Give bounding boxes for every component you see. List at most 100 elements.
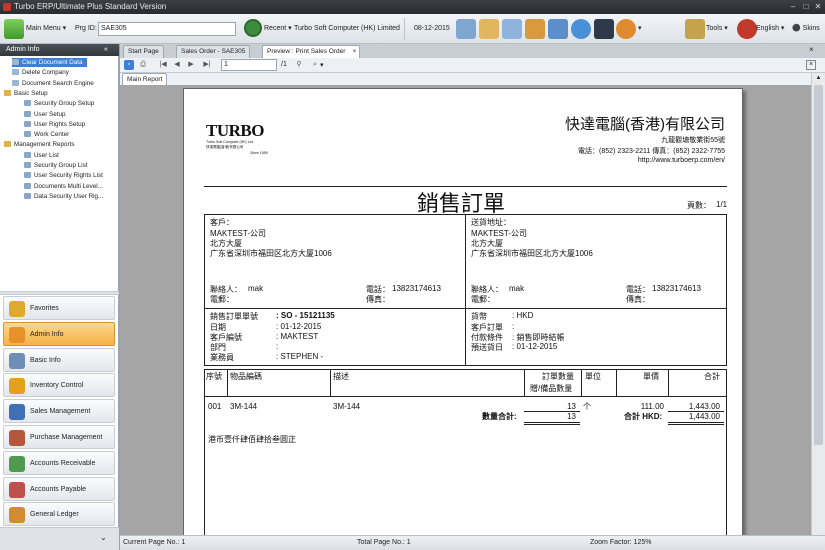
setting-icon [24,110,31,117]
setting-icon [24,151,31,158]
tree-item[interactable]: User Security Rights List [24,171,103,180]
nav-sales-management[interactable]: Sales Management [3,399,115,424]
prev-page-icon[interactable]: ◀ [172,60,182,70]
document-tabs: Start Page Sales Order - SAE305 Preview … [120,44,825,58]
module-icon [9,301,25,317]
nav-accounts-receivable[interactable]: Accounts Receivable [3,450,115,475]
col-divider [330,369,331,397]
report-icon[interactable] [548,19,568,39]
col-seq-header: 序號 [206,372,222,381]
tree-item[interactable]: Basic Setup [4,89,48,98]
currency-value: : HKD [512,311,534,320]
monitor-icon[interactable] [594,19,614,39]
scroll-thumb[interactable] [814,85,823,445]
nav-general-ledger[interactable]: General Ledger [3,502,115,527]
company-name-zh: 快達電腦(香港)有限公司 [565,116,725,133]
skins-button[interactable]: ⚫ Skins [792,24,820,34]
nav-inventory-control[interactable]: Inventory Control [3,373,115,398]
module-icon [9,404,25,421]
delivery-label: 送貨地址： [471,218,511,227]
collapse-icon[interactable]: « [104,44,108,56]
tree-item[interactable]: Document Search Engine [12,79,94,88]
tree-item[interactable]: Clear Document Data [12,58,87,67]
module-icon [9,430,25,446]
tree-item[interactable]: Documents Multi Level... [24,182,103,191]
nav-basic-info[interactable]: Basic Info [3,347,115,372]
print-icon[interactable]: ⎙ [138,60,148,70]
nav-accounts-payable[interactable]: Accounts Payable [3,476,115,501]
folders-icon[interactable] [525,19,545,39]
setting-icon [24,192,31,199]
grand-total-value: 1,443.00 [688,412,720,421]
tools-icon[interactable] [685,19,705,39]
minimize-button[interactable]: – [788,2,798,12]
close-tab-icon[interactable]: × [353,46,357,58]
tab-start-page[interactable]: Start Page [123,45,164,58]
scroll-up-icon[interactable]: ▲ [814,75,823,83]
home-icon[interactable] [479,19,499,39]
nav-label: Admin Info [30,330,64,338]
email-label: 電郵： [210,295,234,304]
tab-print-preview-label: Preview : Print Sales Order [267,48,346,55]
page-input[interactable]: 1 [221,59,277,71]
status-bar: Current Page No.: 1 Total Page No.: 1 Zo… [120,535,825,550]
close-button[interactable]: ✕ [813,2,823,12]
table-right-border [726,397,727,549]
tree-item-label: Delete Company [22,69,69,77]
prg-id-label: Prg ID: [75,25,97,32]
delivery-date-value: : 01-12-2015 [512,342,558,351]
row-unit: 个 [583,402,591,411]
export-icon[interactable]: ▫ [124,60,134,70]
language-button[interactable]: English ▾ [756,24,784,34]
tab-print-preview[interactable]: Preview : Print Sales Order × [262,45,361,58]
next-page-icon[interactable]: ▶ [186,60,196,70]
maximize-button[interactable]: □ [801,2,811,12]
nav-purchase-management[interactable]: Purchase Management [3,425,115,449]
turbo-logo: TURBO [206,121,264,140]
browser-icon[interactable] [571,19,591,39]
zoom-icon[interactable]: ⌕ [310,60,320,70]
tree-item[interactable]: Security Group List [24,161,88,170]
nav-admin-info[interactable]: Admin Info [3,321,115,346]
list-icon[interactable] [502,19,522,39]
vertical-scrollbar[interactable]: ▲ [811,73,825,535]
tab-sales-order[interactable]: Sales Order - SAE305 [176,45,251,58]
tools-button[interactable]: Tools ▾ [706,24,728,34]
delivery-fax-label: 傳真： [626,295,650,304]
main-menu-button[interactable]: Main Menu ▾ [26,24,66,34]
main-menu-icon[interactable] [4,19,24,39]
recent-button[interactable]: Recent ▾ [264,24,292,34]
tree-item[interactable]: User Rights Setup [24,120,85,129]
cust-code-value: : MAKTEST [276,332,319,341]
close-viewer-icon[interactable]: × [806,60,816,70]
tree-item[interactable]: User List [24,151,59,160]
tree-item-label: Documents Multi Level... [34,182,103,190]
qty-total-rule-3 [524,424,580,425]
uk-flag-icon[interactable] [737,19,757,39]
tree-item[interactable]: Management Reports [4,140,75,149]
col-total-header: 合計 [704,372,720,381]
prg-id-input[interactable]: SAE305 [98,22,236,36]
find-icon[interactable]: ⚲ [294,60,304,70]
first-page-icon[interactable]: |◀ [158,60,168,70]
cust-po-value: : [512,322,515,331]
tree-item[interactable]: Work Center [24,130,69,139]
close-all-tabs-icon[interactable]: × [809,45,814,54]
so-value: : SO - 15121135 [276,311,335,320]
tree-item[interactable]: Data Security User Rig... [24,192,103,201]
setting-icon [24,182,31,189]
alarm-dropdown-icon[interactable]: ▾ [638,24,642,34]
zoom-dropdown-icon[interactable]: ▾ [320,61,324,69]
alarm-icon[interactable] [616,19,636,39]
nav-favorites[interactable]: Favorites [3,296,115,320]
col-item-header: 物品編碼 [230,372,262,381]
nav-overflow-icon[interactable]: ⌄ [100,533,107,542]
tree-item[interactable]: User Setup [24,110,66,119]
sidebar-footer: ⌄ [0,527,119,550]
tree-item[interactable]: Security Group Setup [24,99,94,108]
calculator-icon[interactable] [456,19,476,39]
last-page-icon[interactable]: ▶| [202,60,212,70]
col-desc-header: 描述 [333,372,349,381]
tree-item[interactable]: Delete Company [12,68,69,77]
recent-clock-icon[interactable] [244,19,262,37]
